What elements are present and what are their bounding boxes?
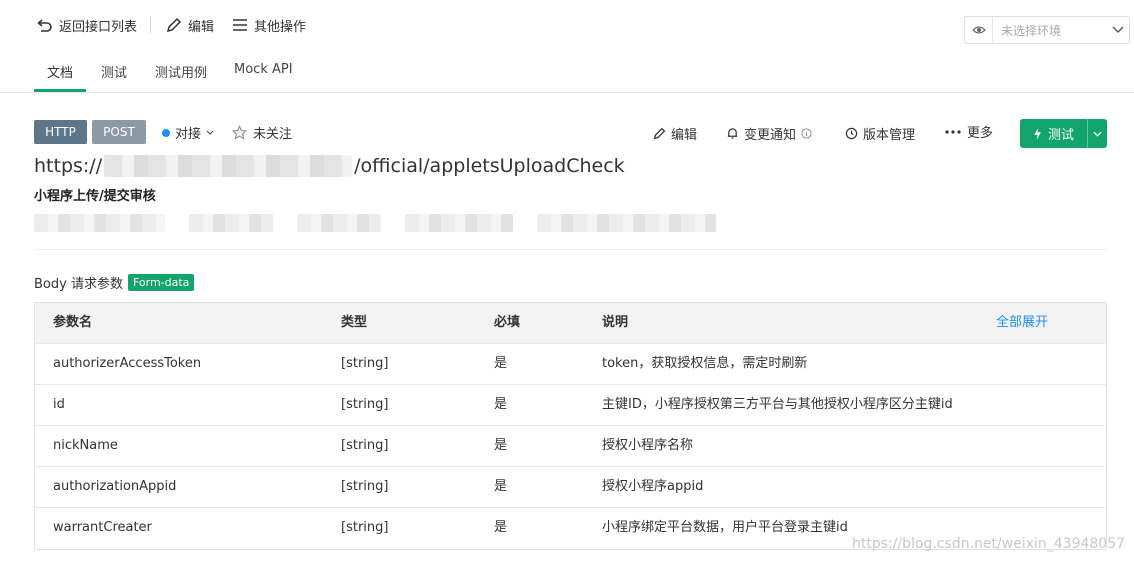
column-header-type: 类型 — [341, 315, 368, 330]
param-required: 是 — [494, 438, 508, 453]
param-required: 是 — [494, 356, 508, 371]
info-icon — [801, 128, 812, 139]
redacted-meta — [34, 214, 165, 232]
test-button[interactable]: 测试 — [1020, 119, 1087, 148]
redacted-meta — [537, 214, 716, 232]
table-row: nickName [string] 是 授权小程序名称 — [35, 426, 1106, 467]
top-toolbar: 返回接口列表 编辑 其他操作 未选择环境 — [0, 0, 1134, 50]
section-divider — [34, 249, 1107, 250]
chevron-down-icon — [206, 130, 214, 136]
redacted-meta — [189, 214, 273, 232]
other-operations-button[interactable]: 其他操作 — [232, 15, 306, 35]
history-icon — [845, 127, 858, 140]
table-row: authorizationAppid [string] 是 授权小程序appid — [35, 467, 1106, 508]
pencil-icon — [166, 17, 182, 33]
param-name: authorizationAppid — [53, 479, 177, 494]
status-dot — [162, 128, 170, 137]
column-header-desc: 说明 — [602, 315, 629, 330]
version-management-button[interactable]: 版本管理 — [845, 124, 915, 143]
test-button-label: 测试 — [1047, 128, 1074, 143]
version-management-label: 版本管理 — [863, 128, 916, 143]
environment-select[interactable]: 未选择环境 — [964, 16, 1130, 44]
param-name: warrantCreater — [53, 520, 152, 535]
redacted-host — [104, 155, 353, 177]
edit-button[interactable]: 编辑 — [166, 15, 214, 35]
format-tag: Form-data — [127, 274, 195, 291]
status-label: 对接 — [175, 127, 202, 142]
param-required: 是 — [494, 520, 508, 535]
lightning-icon — [1033, 127, 1042, 140]
table-row: authorizerAccessToken [string] 是 token，获… — [35, 344, 1106, 385]
chevron-down-icon — [1093, 131, 1102, 137]
chevron-down-icon — [1107, 26, 1129, 34]
undo-icon — [37, 18, 53, 32]
param-name: id — [53, 397, 65, 412]
params-table: 参数名 类型 必填 说明 全部展开 authorizerAccessToken … — [34, 302, 1107, 550]
environment-placeholder: 未选择环境 — [1001, 23, 1062, 38]
param-name: nickName — [53, 438, 118, 453]
api-name: 小程序上传/提交审核 — [34, 189, 156, 204]
test-split-button: 测试 — [1020, 119, 1107, 148]
api-url: https:// /official/appletsUploadCheck — [34, 155, 625, 177]
protocol-badge: HTTP — [34, 120, 87, 144]
change-notify-button[interactable]: 变更通知 — [726, 124, 812, 143]
pencil-icon — [653, 127, 666, 140]
more-actions-button[interactable]: 更多 — [944, 122, 993, 141]
param-type: [string] — [341, 438, 389, 453]
redacted-meta — [297, 214, 381, 232]
column-header-required: 必填 — [494, 315, 521, 330]
back-to-list-label: 返回接口列表 — [59, 19, 138, 35]
ellipsis-icon — [944, 129, 962, 135]
star-icon — [232, 125, 247, 140]
other-operations-label: 其他操作 — [254, 19, 307, 35]
change-notify-label: 变更通知 — [744, 128, 797, 143]
param-type: [string] — [341, 397, 389, 412]
expand-all-link[interactable]: 全部展开 — [996, 303, 1048, 343]
redacted-meta — [405, 214, 513, 232]
bell-icon — [726, 127, 739, 140]
method-badge: POST — [92, 120, 146, 144]
param-name: authorizerAccessToken — [53, 356, 202, 371]
tab-test[interactable]: 测试 — [101, 62, 127, 86]
param-type: [string] — [341, 356, 389, 371]
table-header: 参数名 类型 必填 说明 全部展开 — [35, 303, 1106, 344]
param-type: [string] — [341, 520, 389, 535]
api-edit-button[interactable]: 编辑 — [653, 124, 697, 143]
api-url-path: /official/appletsUploadCheck — [354, 155, 625, 177]
body-params-title: Body 请求参数 — [34, 277, 123, 292]
column-header-name: 参数名 — [53, 315, 93, 330]
tab-mock-api[interactable]: Mock API — [234, 62, 293, 86]
table-row: id [string] 是 主键ID，小程序授权第三方平台与其他授权小程序区分主… — [35, 385, 1106, 426]
api-url-prefix: https:// — [34, 155, 103, 177]
follow-label: 未关注 — [253, 127, 293, 142]
param-desc: token，获取授权信息，需定时刷新 — [602, 356, 808, 371]
active-tab-indicator — [34, 89, 86, 92]
api-edit-label: 编辑 — [671, 128, 698, 143]
status-dropdown[interactable]: 对接 — [162, 123, 214, 142]
doc-tabs: 文档 测试 测试用例 Mock API — [0, 56, 1134, 93]
menu-icon — [232, 18, 248, 32]
param-desc: 小程序绑定平台数据，用户平台登录主键id — [602, 520, 848, 535]
param-required: 是 — [494, 397, 508, 412]
tab-test-cases[interactable]: 测试用例 — [155, 62, 207, 86]
param-desc: 授权小程序appid — [602, 479, 704, 494]
param-desc: 授权小程序名称 — [602, 438, 694, 453]
toolbar-divider — [150, 16, 151, 33]
body-params-heading: Body 请求参数 Form-data — [34, 273, 195, 292]
follow-button[interactable]: 未关注 — [232, 123, 292, 142]
param-desc: 主键ID，小程序授权第三方平台与其他授权小程序区分主键id — [602, 397, 953, 412]
watermark: https://blog.csdn.net/weixin_43948057 — [852, 536, 1126, 552]
eye-icon — [965, 17, 993, 43]
param-required: 是 — [494, 479, 508, 494]
back-to-list-button[interactable]: 返回接口列表 — [37, 15, 137, 35]
more-actions-label: 更多 — [967, 126, 994, 141]
param-type: [string] — [341, 479, 389, 494]
edit-label: 编辑 — [188, 19, 215, 35]
test-dropdown-toggle[interactable] — [1087, 119, 1107, 148]
tab-docs[interactable]: 文档 — [47, 62, 73, 86]
